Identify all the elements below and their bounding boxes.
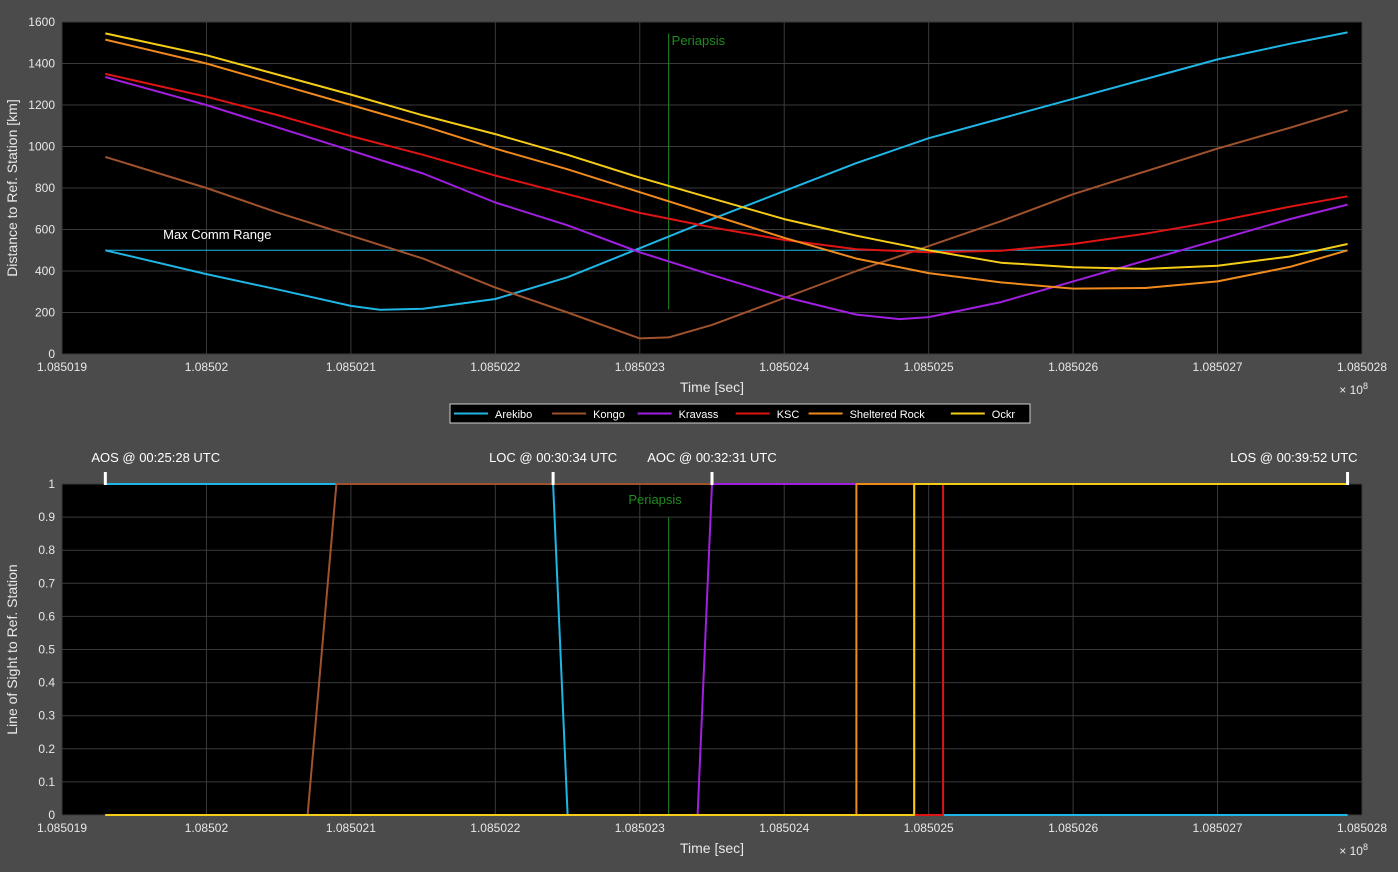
y-tick-label: 200 <box>35 306 55 320</box>
x-tick-label: 1.085021 <box>326 821 376 835</box>
x-multiplier: × 108 <box>1339 842 1368 858</box>
chart-los: 1.085019 1.08502 1.085021 1.085022 1.085023 1… <box>4 450 1387 858</box>
y-tick-label: 0.2 <box>38 742 55 756</box>
x-multiplier-exponent: 8 <box>1363 842 1368 852</box>
legend-label: Kongo <box>593 409 625 421</box>
legend-label: Kravass <box>679 409 719 421</box>
max-comm-range-label: Max Comm Range <box>163 227 271 242</box>
y-tick-label: 0 <box>48 347 55 361</box>
event-marker-label: AOS @ 00:25:28 UTC <box>91 450 220 465</box>
event-marker-label: LOS @ 00:39:52 UTC <box>1230 450 1357 465</box>
x-tick-label: 1.085023 <box>615 821 665 835</box>
y-tick-label: 0.5 <box>38 643 55 657</box>
figure: 1.085019 1.08502 1.085021 1.085022 1.085023 1… <box>4 15 1387 858</box>
y-tick-label: 0.1 <box>38 775 55 789</box>
y-tick-label: 0.4 <box>38 676 55 690</box>
y-tick-label: 400 <box>35 264 55 278</box>
y-tick-label: 1 <box>48 477 55 491</box>
x-tick-label: 1.085025 <box>904 360 954 374</box>
x-tick-label: 1.085026 <box>1048 360 1098 374</box>
x-tick-label: 1.085023 <box>615 360 665 374</box>
x-axis-label: Time [sec] <box>680 379 744 395</box>
legend: Arekibo Kongo Kravass KSC Sheltered Rock Ockr <box>449 403 1031 424</box>
legend-label: Sheltered Rock <box>850 409 926 421</box>
x-tick-label: 1.08502 <box>185 821 229 835</box>
y-tick-label: 0.6 <box>38 609 55 623</box>
y-tick-label: 600 <box>35 223 55 237</box>
y-tick-label: 1200 <box>28 98 55 112</box>
x-tick-label: 1.085024 <box>759 360 809 374</box>
y-tick-label: 1400 <box>28 57 55 71</box>
x-tick-label: 1.085022 <box>470 821 520 835</box>
y-tick-label: 800 <box>35 181 55 195</box>
x-tick-label: 1.085024 <box>759 821 809 835</box>
x-tick-label: 1.085019 <box>37 360 87 374</box>
legend-label: KSC <box>777 409 800 421</box>
x-tick-label: 1.085025 <box>904 821 954 835</box>
periapsis-label: Periapsis <box>672 33 726 48</box>
legend-label: Arekibo <box>495 409 532 421</box>
periapsis-label: Periapsis <box>628 492 682 507</box>
y-tick-label: 0 <box>48 808 55 822</box>
x-tick-label: 1.085026 <box>1048 821 1098 835</box>
y-tick-label: 0.9 <box>38 510 55 524</box>
y-tick-label: 0.7 <box>38 576 55 590</box>
y-axis-label: Distance to Ref. Station [km] <box>4 99 20 276</box>
y-axis-label: Line of Sight to Ref. Station <box>4 564 20 734</box>
event-marker-label: LOC @ 00:30:34 UTC <box>489 450 617 465</box>
x-tick-label: 1.085028 <box>1337 360 1387 374</box>
x-tick-label: 1.085027 <box>1193 821 1243 835</box>
x-tick-label: 1.085022 <box>470 360 520 374</box>
y-tick-label: 1600 <box>28 15 55 29</box>
x-tick-label: 1.085027 <box>1193 360 1243 374</box>
x-tick-label: 1.085028 <box>1337 821 1387 835</box>
y-tick-label: 0.3 <box>38 709 55 723</box>
x-axis-label: Time [sec] <box>680 840 744 856</box>
y-tick-label: 0.8 <box>38 543 55 557</box>
legend-label: Ockr <box>992 409 1016 421</box>
x-tick-label: 1.08502 <box>185 360 229 374</box>
event-marker-label: AOC @ 00:32:31 UTC <box>647 450 777 465</box>
x-tick-label: 1.085019 <box>37 821 87 835</box>
x-multiplier: × 108 <box>1339 381 1368 397</box>
chart-distance: 1.085019 1.08502 1.085021 1.085022 1.085023 1… <box>4 15 1387 397</box>
x-tick-label: 1.085021 <box>326 360 376 374</box>
y-tick-label: 1000 <box>28 140 55 154</box>
x-multiplier-exponent: 8 <box>1363 381 1368 391</box>
